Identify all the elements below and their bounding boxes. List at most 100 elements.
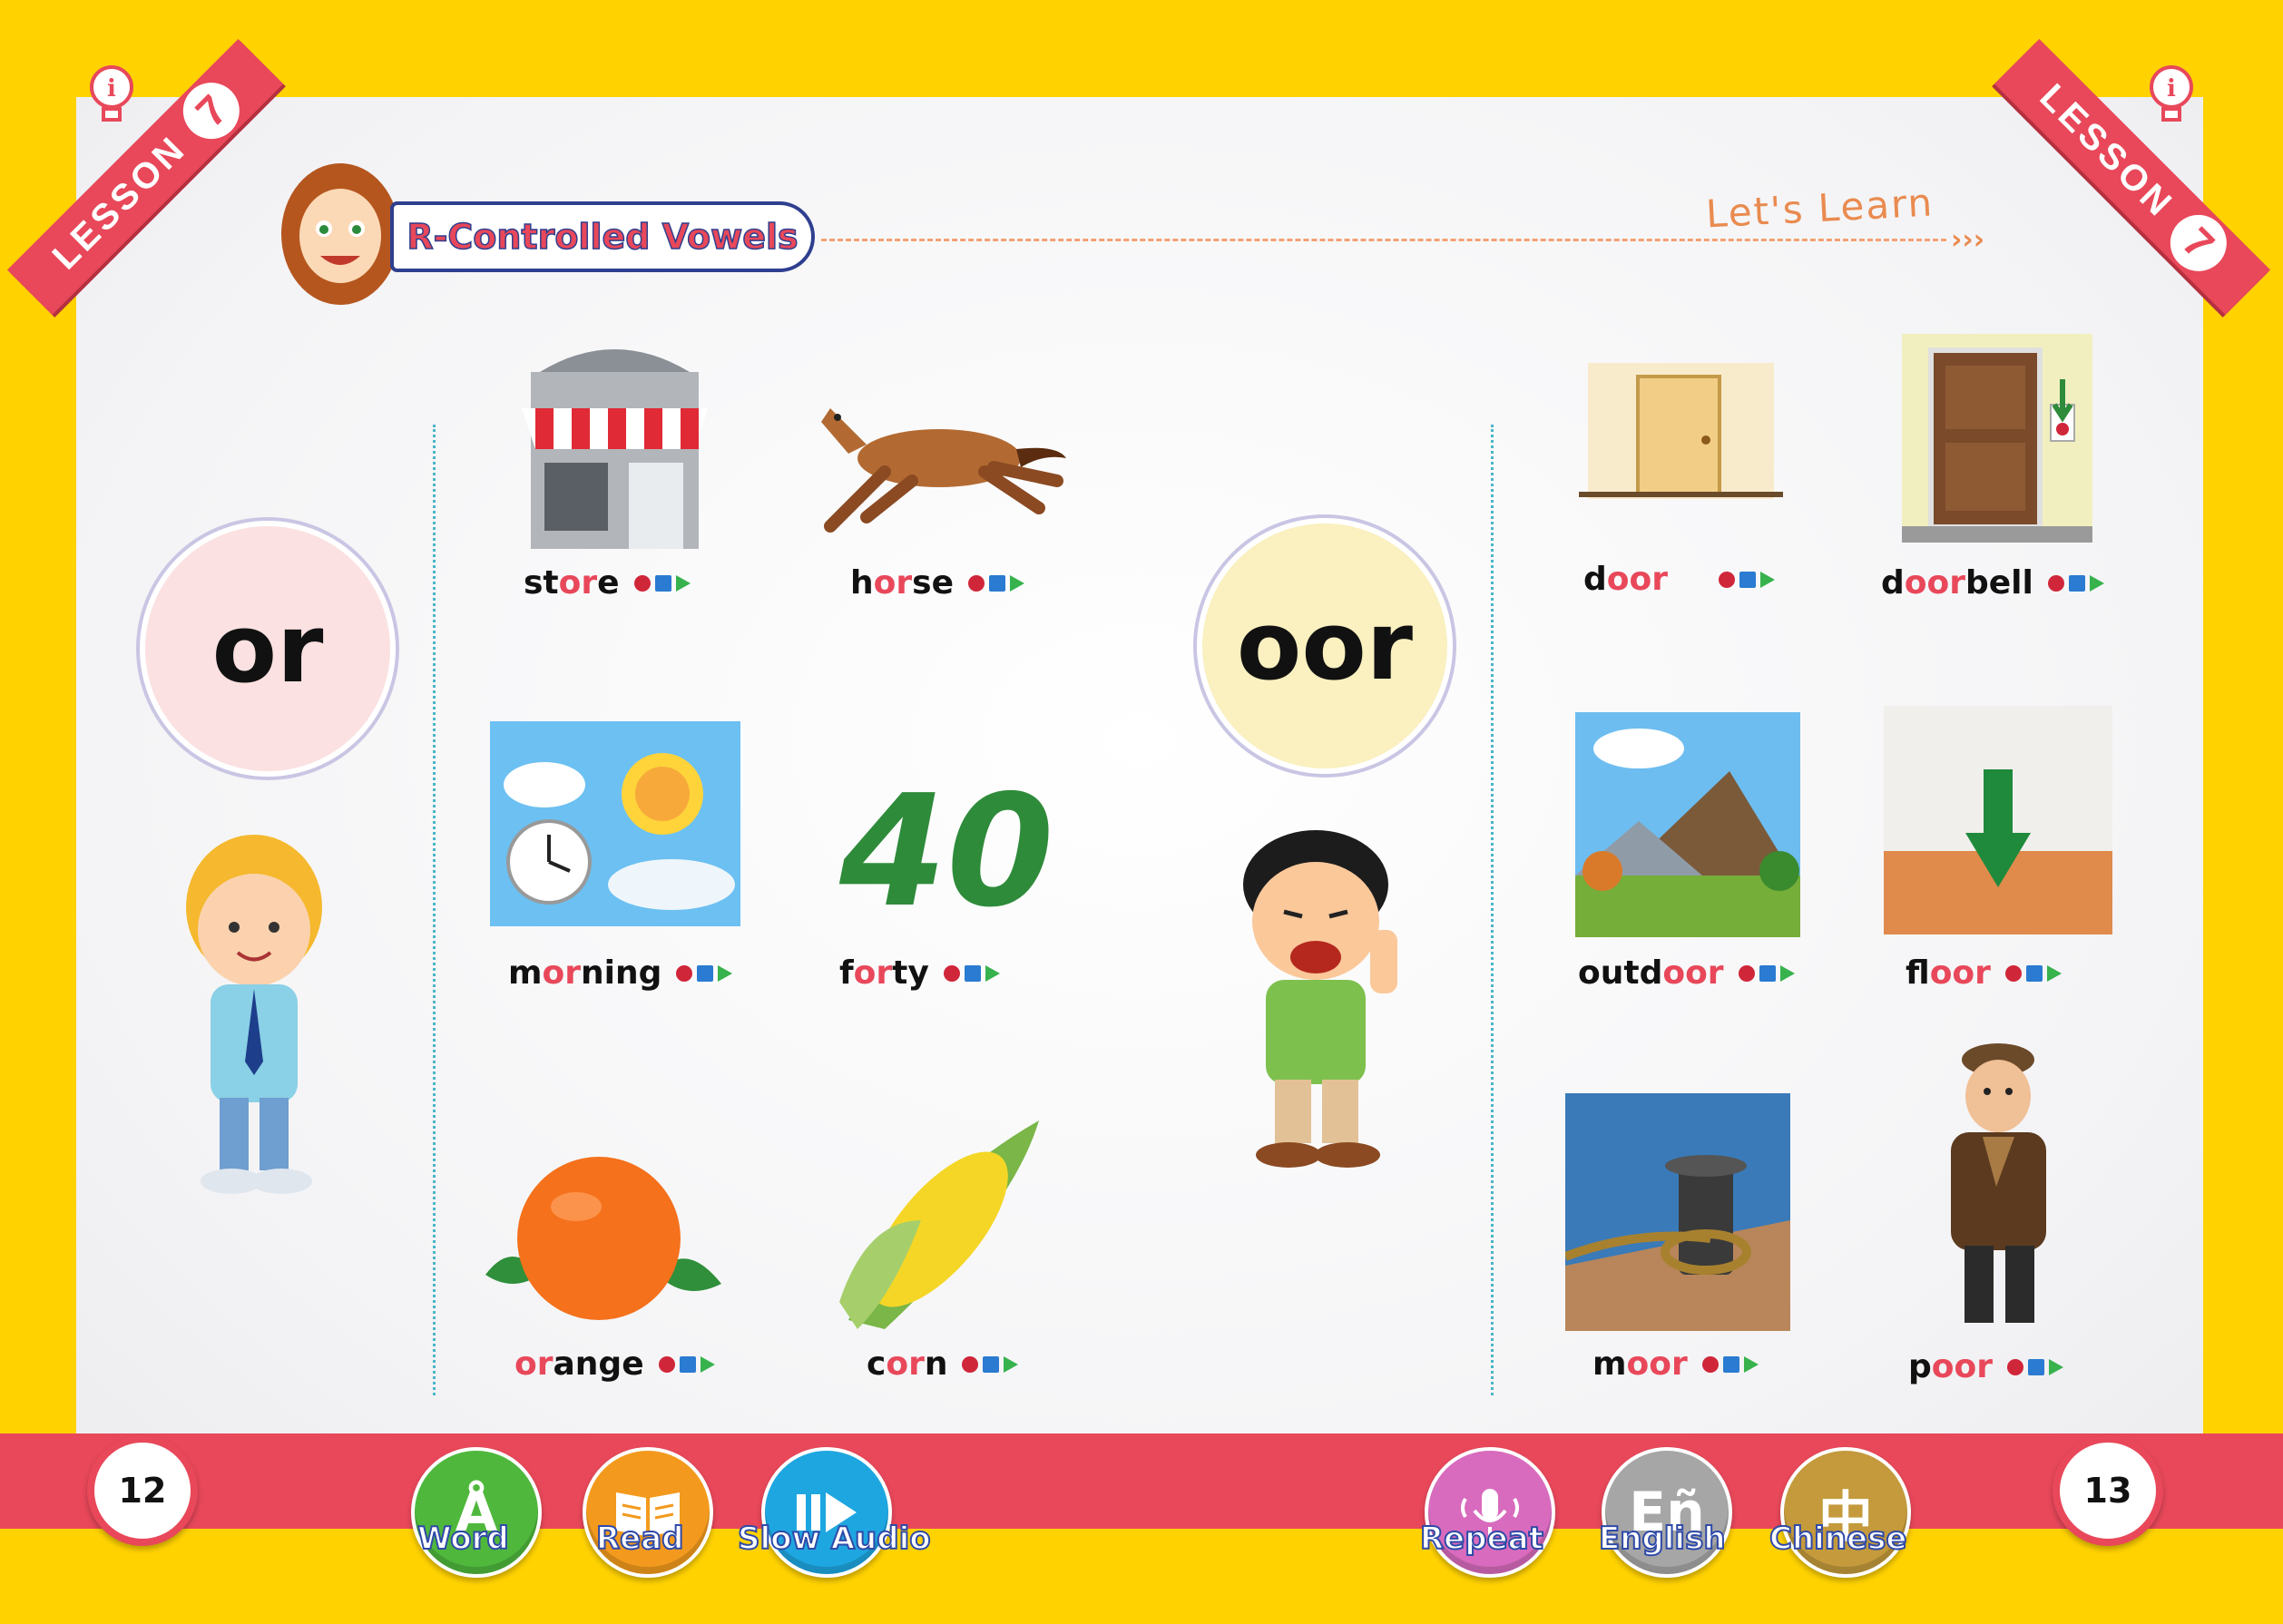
- boy-character-thumbs-up: [1243, 830, 1397, 1168]
- read-button-label[interactable]: Read: [595, 1520, 685, 1558]
- play-icon[interactable]: [700, 1355, 715, 1373]
- slow-audio-button-label[interactable]: Slow Audio: [737, 1520, 932, 1558]
- word-moor[interactable]: m oor: [1592, 1345, 1759, 1383]
- store-picture[interactable]: [513, 336, 717, 553]
- record-icon[interactable]: [658, 1355, 675, 1373]
- pattern-circle-or[interactable]: or: [145, 526, 390, 771]
- boy-character-blond: [186, 835, 322, 1194]
- record-icon[interactable]: [2004, 964, 2022, 982]
- play-icon[interactable]: [2046, 964, 2062, 982]
- record-icon[interactable]: [962, 1355, 979, 1373]
- stop-icon[interactable]: [983, 1355, 1000, 1373]
- record-icon[interactable]: [967, 574, 985, 592]
- english-button-label[interactable]: English: [1598, 1520, 1727, 1558]
- play-icon[interactable]: [2049, 1358, 2063, 1375]
- audio-controls[interactable]: [1701, 1355, 1759, 1373]
- word-doorbell[interactable]: d oor bell: [1881, 564, 2104, 602]
- record-icon[interactable]: [1738, 964, 1755, 982]
- audio-controls[interactable]: [2047, 574, 2104, 592]
- orange-picture[interactable]: [449, 1139, 730, 1320]
- word-outdoor[interactable]: outd oor: [1578, 954, 1795, 992]
- doorbell-picture[interactable]: [1902, 334, 2092, 543]
- record-icon[interactable]: [943, 964, 960, 982]
- record-icon[interactable]: [2047, 574, 2064, 592]
- word-corn[interactable]: c or n: [867, 1345, 1019, 1383]
- play-icon[interactable]: [2089, 574, 2104, 592]
- column-divider: [1491, 425, 1494, 1395]
- play-icon[interactable]: [1009, 574, 1024, 592]
- audio-controls[interactable]: [633, 574, 691, 592]
- record-icon[interactable]: [2007, 1358, 2023, 1375]
- word-button-label[interactable]: Word: [416, 1520, 510, 1558]
- play-icon[interactable]: [675, 574, 691, 592]
- word-horse[interactable]: h or se: [850, 564, 1024, 602]
- repeat-button-label[interactable]: Repeat: [1419, 1520, 1544, 1558]
- audio-controls[interactable]: [2007, 1358, 2063, 1375]
- horse-picture[interactable]: [812, 381, 1071, 544]
- column-divider: [433, 425, 436, 1395]
- stop-icon[interactable]: [988, 574, 1005, 592]
- stop-icon[interactable]: [697, 964, 714, 982]
- play-icon[interactable]: [1779, 964, 1795, 982]
- slow-audio-button[interactable]: [761, 1447, 892, 1578]
- word-store[interactable]: st or e: [524, 564, 691, 602]
- stop-icon[interactable]: [1759, 964, 1776, 982]
- audio-controls[interactable]: [1738, 964, 1795, 982]
- record-icon[interactable]: [676, 964, 693, 982]
- read-button[interactable]: [583, 1447, 713, 1578]
- play-icon[interactable]: [718, 964, 733, 982]
- chevrons-right-icon: ›››: [1951, 224, 1985, 256]
- pattern-circle-oor[interactable]: oor: [1202, 523, 1447, 768]
- outdoor-picture[interactable]: [1575, 712, 1800, 937]
- audio-controls[interactable]: [2004, 964, 2062, 982]
- word-button[interactable]: Å: [411, 1447, 542, 1578]
- bottom-toolbar: [0, 1433, 2283, 1529]
- svg-text:i: i: [107, 75, 116, 103]
- chinese-button[interactable]: 中: [1780, 1447, 1911, 1578]
- stop-icon[interactable]: [2025, 964, 2043, 982]
- play-icon[interactable]: [1760, 571, 1775, 588]
- stop-icon[interactable]: [964, 964, 981, 982]
- audio-controls[interactable]: [658, 1355, 715, 1373]
- word-text: bell: [1965, 564, 2033, 602]
- stop-icon[interactable]: [1739, 571, 1756, 588]
- forty-picture[interactable]: 40: [839, 762, 1054, 942]
- stop-icon[interactable]: [679, 1355, 696, 1373]
- corn-picture[interactable]: [830, 1111, 1053, 1338]
- stop-icon[interactable]: [1722, 1355, 1739, 1373]
- english-button[interactable]: Eñ: [1602, 1447, 1732, 1578]
- play-icon[interactable]: [1743, 1355, 1759, 1373]
- moor-picture[interactable]: [1565, 1093, 1790, 1331]
- word-forty[interactable]: f or ty: [839, 954, 1000, 992]
- word-door[interactable]: d oor: [1583, 561, 1775, 598]
- info-bulb-icon[interactable]: i: [2146, 64, 2197, 127]
- info-bulb-icon[interactable]: i: [86, 64, 137, 127]
- word-highlight: oor: [1904, 564, 1965, 602]
- play-icon[interactable]: [985, 964, 1000, 982]
- word-floor[interactable]: fl oor: [1906, 954, 2062, 992]
- word-morning[interactable]: m or ning: [508, 954, 733, 992]
- chinese-button-label[interactable]: Chinese: [1769, 1520, 1907, 1558]
- stop-icon[interactable]: [654, 574, 671, 592]
- record-icon[interactable]: [633, 574, 651, 592]
- stop-icon[interactable]: [2028, 1358, 2044, 1375]
- morning-picture[interactable]: [490, 721, 740, 926]
- floor-picture[interactable]: [1884, 706, 2112, 934]
- audio-controls[interactable]: [967, 574, 1024, 592]
- word-poor[interactable]: p oor: [1908, 1348, 2063, 1385]
- audio-controls[interactable]: [962, 1355, 1019, 1373]
- poor-picture[interactable]: [1915, 1042, 2082, 1332]
- word-highlight: oor: [1662, 954, 1724, 992]
- audio-controls[interactable]: [676, 964, 733, 982]
- stop-icon[interactable]: [2068, 574, 2085, 592]
- audio-controls[interactable]: [943, 964, 1000, 982]
- word-highlight: or: [542, 954, 582, 992]
- word-orange[interactable]: or ange: [514, 1345, 715, 1383]
- record-icon[interactable]: [1701, 1355, 1719, 1373]
- record-icon[interactable]: [1719, 571, 1735, 588]
- door-picture[interactable]: [1579, 354, 1783, 513]
- repeat-button[interactable]: [1425, 1447, 1555, 1578]
- word-text: m: [508, 954, 543, 992]
- play-icon[interactable]: [1004, 1355, 1019, 1373]
- audio-controls[interactable]: [1719, 571, 1775, 588]
